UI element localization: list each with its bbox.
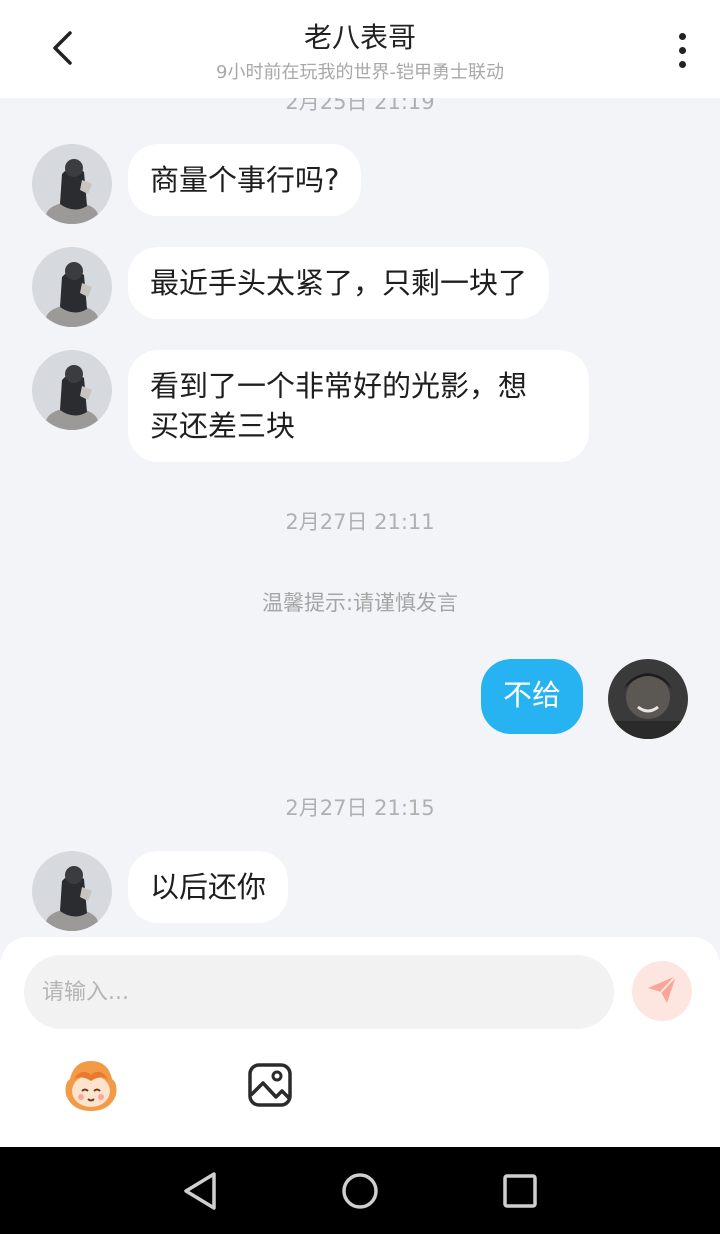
nav-home-button[interactable] [338, 1169, 382, 1213]
nav-back-button[interactable] [178, 1169, 222, 1213]
emoji-button[interactable] [60, 1055, 122, 1117]
image-button[interactable] [246, 1061, 294, 1109]
timestamp: 2月27日 21:11 [285, 510, 435, 534]
send-button[interactable] [632, 961, 692, 1021]
sent-message-bubble: 不给 [481, 659, 584, 734]
input-panel [0, 937, 720, 1147]
nav-recents-icon [498, 1174, 542, 1217]
chat-header: 老八表哥 9小时前在玩我的世界-铠甲勇士联动 [0, 0, 720, 98]
more-options-button[interactable] [670, 28, 694, 72]
nav-home-icon [338, 1173, 382, 1217]
message-line: 买还差三块 [150, 409, 296, 443]
more-vertical-icon [678, 32, 686, 40]
nav-recents-button[interactable] [498, 1169, 542, 1213]
contact-avatar[interactable] [32, 350, 112, 430]
timestamp: 2月27日 21:15 [285, 796, 435, 820]
emoji-mascot-icon [60, 1061, 122, 1121]
nav-back-icon [178, 1172, 222, 1217]
received-message-bubble: 看到了一个非常好的光影，想 买还差三块 [128, 350, 589, 462]
contact-name: 老八表哥 [303, 21, 416, 54]
contact-avatar[interactable] [32, 851, 112, 931]
image-icon [246, 1063, 294, 1113]
system-tip: 温馨提示:请谨慎发言 [261, 591, 459, 615]
received-message-bubble: 以后还你 [128, 851, 289, 923]
system-nav-bar [0, 1147, 720, 1234]
my-avatar[interactable] [608, 659, 688, 739]
contact-avatar[interactable] [32, 144, 112, 224]
contact-status: 9小时前在玩我的世界-铠甲勇士联动 [216, 62, 504, 83]
message-input[interactable] [24, 955, 614, 1029]
send-icon [645, 972, 679, 1010]
received-message-bubble: 最近手头太紧了，只剩一块了 [128, 247, 550, 319]
message-line: 看到了一个非常好的光影，想 [150, 369, 528, 403]
received-message-bubble: 商量个事行吗? [128, 144, 362, 216]
chat-area[interactable]: 2月25日 21:19 商量个事行吗? 最近手头太紧了，只剩一块了 看到了一个非… [0, 0, 720, 940]
contact-avatar[interactable] [32, 247, 112, 327]
